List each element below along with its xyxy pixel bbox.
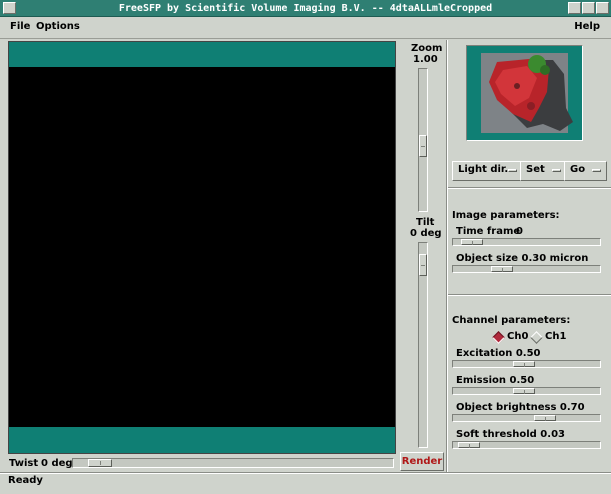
- window-menu-icon[interactable]: [3, 2, 16, 14]
- twist-slider-thumb[interactable]: [88, 459, 112, 467]
- viewport-top-band: [9, 42, 395, 67]
- set-label: Set: [526, 164, 545, 175]
- ch1-label: Ch1: [545, 331, 567, 342]
- object-size-label: Object size 0.30 micron: [456, 253, 589, 264]
- dropdown-indicator-icon: [508, 169, 517, 172]
- excitation-slider[interactable]: [452, 360, 601, 368]
- excitation-slider-thumb[interactable]: [513, 361, 535, 367]
- emission-slider[interactable]: [452, 387, 601, 395]
- zoom-label: Zoom: [411, 43, 443, 54]
- image-parameters-heading: Image parameters:: [452, 210, 560, 221]
- zoom-slider[interactable]: [418, 68, 428, 212]
- preview-panel[interactable]: [466, 45, 583, 141]
- time-frame-slider[interactable]: [452, 238, 601, 246]
- set-dropdown[interactable]: Set: [520, 161, 567, 181]
- excitation-label: Excitation 0.50: [456, 348, 541, 359]
- zoom-slider-thumb[interactable]: [419, 135, 427, 157]
- light-direction-label: Light dir.: [458, 164, 509, 175]
- twist-label: Twist: [9, 458, 39, 469]
- soft-threshold-slider-thumb[interactable]: [458, 442, 480, 448]
- menubar: File Options Help: [0, 17, 611, 39]
- maximize-icon[interactable]: [582, 2, 595, 14]
- tilt-slider-thumb[interactable]: [419, 254, 427, 276]
- channel-parameters-heading: Channel parameters:: [452, 315, 571, 326]
- tilt-value: 0 deg: [410, 228, 442, 239]
- render-button[interactable]: Render: [400, 452, 444, 471]
- close-icon[interactable]: [596, 2, 609, 14]
- object-size-slider-thumb[interactable]: [491, 266, 513, 272]
- go-dropdown[interactable]: Go: [564, 161, 607, 181]
- zoom-value: 1.00: [413, 54, 438, 65]
- window-title: FreeSFP by Scientific Volume Imaging B.V…: [118, 3, 493, 14]
- menu-help[interactable]: Help: [574, 21, 600, 32]
- ch0-label: Ch0: [507, 331, 529, 342]
- viewport-bottom-band: [9, 427, 395, 453]
- object-brightness-slider[interactable]: [452, 414, 601, 422]
- menu-file[interactable]: File: [10, 21, 30, 32]
- dropdown-indicator-icon: [552, 169, 561, 172]
- minimize-icon[interactable]: [568, 2, 581, 14]
- object-brightness-label: Object brightness 0.70: [456, 402, 585, 413]
- dropdown-indicator-icon: [592, 169, 601, 172]
- menu-options[interactable]: Options: [36, 21, 80, 32]
- panel-divider: [446, 40, 448, 474]
- twist-slider[interactable]: [72, 458, 394, 468]
- go-label: Go: [570, 164, 586, 175]
- time-frame-slider-thumb[interactable]: [461, 239, 483, 245]
- ch0-radio[interactable]: [492, 331, 505, 344]
- time-frame-value: 0: [516, 226, 523, 237]
- ch1-radio[interactable]: [530, 331, 543, 344]
- light-direction-dropdown[interactable]: Light dir.: [452, 161, 523, 181]
- soft-threshold-slider[interactable]: [452, 441, 601, 449]
- section-divider: [448, 294, 611, 296]
- soft-threshold-label: Soft threshold 0.03: [456, 429, 565, 440]
- emission-label: Emission 0.50: [456, 375, 535, 386]
- tilt-slider[interactable]: [418, 242, 428, 448]
- twist-value: 0 deg: [41, 458, 73, 469]
- section-divider: [448, 187, 611, 189]
- window-title-bar[interactable]: FreeSFP by Scientific Volume Imaging B.V…: [0, 0, 611, 17]
- emission-slider-thumb[interactable]: [513, 388, 535, 394]
- preview-image: [481, 53, 573, 133]
- object-brightness-slider-thumb[interactable]: [534, 415, 556, 421]
- status-text: Ready: [8, 475, 43, 486]
- status-divider: [0, 472, 611, 474]
- render-viewport[interactable]: [8, 41, 396, 454]
- time-frame-label: Time frame: [456, 226, 521, 237]
- object-size-slider[interactable]: [452, 265, 601, 273]
- tilt-label: Tilt: [416, 217, 435, 228]
